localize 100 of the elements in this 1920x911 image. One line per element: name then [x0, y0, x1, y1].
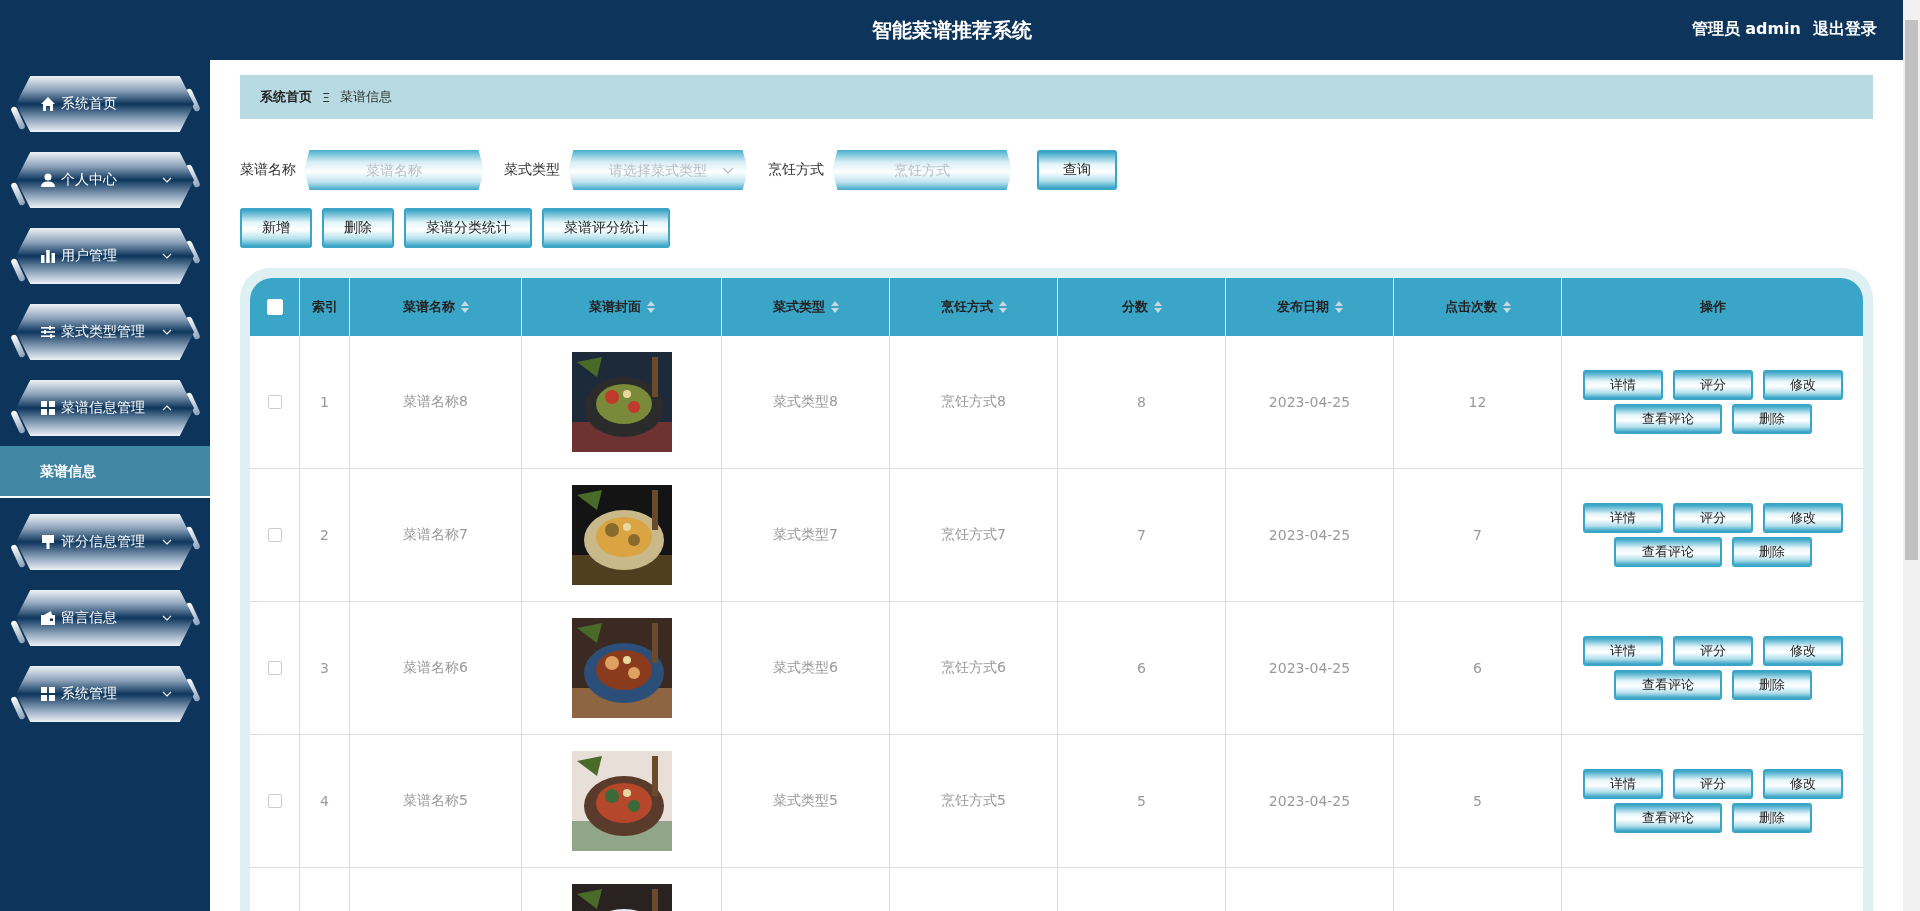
column-header[interactable]: 发布日期: [1276, 298, 1329, 316]
row-checkbox[interactable]: [267, 661, 282, 675]
breadcrumb-current: 菜谱信息: [340, 88, 393, 106]
table-cell: 3: [320, 660, 329, 676]
grid-icon: [40, 686, 56, 702]
action-button[interactable]: 评分: [1672, 503, 1753, 533]
column-header[interactable]: 菜式类型: [772, 298, 825, 316]
table-cell: 5: [1473, 793, 1482, 809]
table-cell: 菜谱名称8: [403, 393, 468, 411]
sliders-icon: [40, 324, 56, 340]
scrollbar[interactable]: [1903, 0, 1920, 911]
breadcrumb-separator: Ξ: [322, 89, 331, 105]
toolbar-button[interactable]: 删除: [322, 208, 394, 248]
breadcrumb-link[interactable]: 系统首页: [260, 88, 312, 106]
sort-icon[interactable]: [460, 301, 469, 313]
table-cell: 烹饪方式5: [941, 792, 1006, 810]
input-field[interactable]: 菜谱名称: [304, 150, 484, 190]
sidebar-item[interactable]: 系统管理: [16, 666, 194, 722]
toolbar-button[interactable]: 新增: [240, 208, 312, 248]
table-cell: 菜谱名称5: [403, 792, 468, 810]
column-header[interactable]: 操作: [1699, 298, 1726, 316]
action-button[interactable]: 详情: [1582, 503, 1663, 533]
chevron-down-icon: [722, 166, 734, 174]
action-button[interactable]: 详情: [1582, 769, 1663, 799]
table-cell: 2023-04-25: [1268, 527, 1351, 543]
action-button[interactable]: 评分: [1672, 636, 1753, 666]
sort-icon[interactable]: [1502, 301, 1511, 313]
sidebar-item[interactable]: 留言信息: [16, 590, 194, 646]
table-cell: 菜式类型6: [773, 659, 838, 677]
row-checkbox[interactable]: [267, 395, 282, 409]
column-header[interactable]: 菜谱名称: [402, 298, 455, 316]
field-label: 菜式类型: [504, 161, 560, 179]
action-button[interactable]: 查看评论: [1613, 537, 1722, 567]
table-cell: 1: [320, 394, 329, 410]
table-cell: 4: [320, 793, 329, 809]
table-cell: 2023-04-25: [1268, 793, 1351, 809]
action-button[interactable]: 修改: [1762, 503, 1843, 533]
field-label: 菜谱名称: [240, 161, 296, 179]
table-cell: 烹饪方式7: [941, 526, 1006, 544]
sort-icon[interactable]: [830, 301, 839, 313]
action-button[interactable]: 修改: [1762, 636, 1843, 666]
row-checkbox[interactable]: [267, 528, 282, 542]
action-button[interactable]: 删除: [1731, 537, 1812, 567]
action-button[interactable]: 删除: [1731, 404, 1812, 434]
submenu-item[interactable]: 菜谱信息: [0, 446, 210, 498]
action-button[interactable]: 修改: [1762, 370, 1843, 400]
column-header[interactable]: 索引: [311, 298, 338, 316]
sort-icon[interactable]: [1334, 301, 1343, 313]
table-cell: 7: [1137, 527, 1146, 543]
table-cell: 菜谱名称7: [403, 526, 468, 544]
sidebar-item[interactable]: 评分信息管理: [16, 514, 194, 570]
action-button[interactable]: 查看评论: [1613, 404, 1722, 434]
sort-icon[interactable]: [646, 301, 655, 313]
action-button[interactable]: 查看评论: [1613, 803, 1722, 833]
input-field[interactable]: 烹饪方式: [832, 150, 1012, 190]
action-button[interactable]: 修改: [1762, 769, 1843, 799]
table-cell: 6: [1473, 660, 1482, 676]
toolbar-button[interactable]: 菜谱评分统计: [542, 208, 670, 248]
app-title: 智能菜谱推荐系统: [871, 16, 1032, 44]
sort-icon[interactable]: [1153, 301, 1162, 313]
search-button[interactable]: 查询: [1037, 150, 1117, 190]
logout-link[interactable]: 退出登录: [1813, 19, 1877, 40]
table-cell: 2023-04-25: [1268, 660, 1351, 676]
sidebar-item[interactable]: 菜谱信息管理: [16, 380, 194, 436]
person-icon: [40, 172, 56, 188]
table-cell: 6: [1137, 660, 1146, 676]
select-field[interactable]: 请选择菜式类型: [568, 150, 748, 190]
table-cell: 8: [1137, 394, 1146, 410]
action-button[interactable]: 评分: [1672, 370, 1753, 400]
sidebar-item[interactable]: 菜式类型管理: [16, 304, 194, 360]
row-checkbox[interactable]: [267, 794, 282, 808]
action-button[interactable]: 查看评论: [1613, 670, 1722, 700]
sidebar-item[interactable]: 用户管理: [16, 228, 194, 284]
table-cell: 7: [1473, 527, 1482, 543]
field-label: 烹饪方式: [768, 161, 824, 179]
table-cell: 烹饪方式6: [941, 659, 1006, 677]
table-cell: 12: [1468, 394, 1487, 410]
table-cell: 菜谱名称6: [403, 659, 468, 677]
table-cell: 菜式类型7: [773, 526, 838, 544]
home-icon: [40, 96, 56, 112]
wallet-icon: [40, 610, 56, 626]
toolbar-button[interactable]: 菜谱分类统计: [404, 208, 532, 248]
column-header[interactable]: 菜谱封面: [588, 298, 641, 316]
sort-icon[interactable]: [998, 301, 1007, 313]
column-header[interactable]: 分数: [1121, 298, 1148, 316]
action-button[interactable]: 详情: [1582, 370, 1663, 400]
action-button[interactable]: 详情: [1582, 636, 1663, 666]
action-button[interactable]: 删除: [1731, 803, 1812, 833]
column-header[interactable]: 烹饪方式: [940, 298, 993, 316]
table-cell: 菜式类型5: [773, 792, 838, 810]
sidebar-item[interactable]: 个人中心: [16, 152, 194, 208]
action-button[interactable]: 评分: [1672, 769, 1753, 799]
select-all-checkbox[interactable]: [266, 299, 283, 315]
column-header[interactable]: 点击次数: [1444, 298, 1497, 316]
user-label: 管理员 admin: [1691, 19, 1801, 40]
sidebar-item[interactable]: 系统首页: [16, 76, 194, 132]
brush-icon: [40, 534, 56, 550]
action-button[interactable]: 删除: [1731, 670, 1812, 700]
table-cell: 2023-04-25: [1268, 394, 1351, 410]
table-cell: 菜式类型8: [773, 393, 838, 411]
